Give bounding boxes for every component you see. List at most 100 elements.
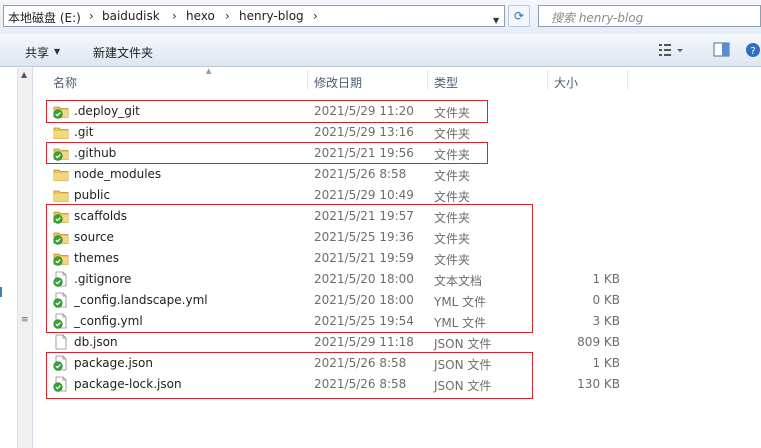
file-row[interactable]: .deploy_git 2021/5/29 11:20 文件夹 — [0, 101, 761, 122]
file-type: JSON 文件 — [434, 358, 492, 372]
breadcrumb-separator[interactable]: › — [89, 9, 94, 23]
file-modified-date: 2021/5/21 19:57 — [314, 209, 414, 223]
file-row[interactable]: themes 2021/5/21 19:59 文件夹 — [0, 248, 761, 269]
breadcrumb-baidudisk[interactable]: baidudisk — [102, 9, 160, 23]
file-row[interactable]: package-lock.json 2021/5/26 8:58 JSON 文件 13… — [0, 374, 761, 395]
address-row: 本地磁盘 (E:) › baidudisk › hexo › henry-blo… — [0, 0, 761, 34]
file-modified-date: 2021/5/21 19:56 — [314, 146, 414, 160]
breadcrumb-henry-blog[interactable]: henry-blog — [239, 9, 304, 23]
chevron-down-icon[interactable]: ▼ — [54, 47, 60, 56]
file-size: 0 KB — [592, 293, 620, 307]
file-modified-date: 2021/5/20 18:00 — [314, 272, 414, 286]
file-row[interactable]: package.json 2021/5/26 8:58 JSON 文件 1 KB — [0, 353, 761, 374]
file-name: .git — [74, 125, 94, 139]
file-sync-icon — [53, 271, 67, 287]
preview-pane-icon[interactable] — [713, 42, 731, 58]
view-options-icon[interactable] — [658, 42, 686, 58]
file-name: public — [74, 188, 111, 202]
breadcrumb-separator[interactable]: › — [225, 9, 230, 23]
file-row[interactable]: .git 2021/5/29 13:16 文件夹 — [0, 122, 761, 143]
breadcrumb-hexo[interactable]: hexo — [186, 9, 215, 23]
column-divider[interactable] — [547, 70, 548, 90]
file-size: 809 KB — [577, 335, 620, 349]
file-modified-date: 2021/5/25 19:36 — [314, 230, 414, 244]
file-row[interactable]: _config.landscape.yml 2021/5/20 18:00 YML … — [0, 290, 761, 311]
folder-icon — [53, 190, 69, 202]
column-date[interactable]: 修改日期 — [314, 74, 362, 91]
file-row[interactable]: node_modules 2021/5/26 8:58 文件夹 — [0, 164, 761, 185]
file-row[interactable]: _config.yml 2021/5/25 19:54 YML 文件 3 KB — [0, 311, 761, 332]
file-size: 1 KB — [592, 356, 620, 370]
file-size: 1 KB — [592, 272, 620, 286]
file-sync-icon — [53, 355, 67, 371]
column-name[interactable]: 名称 — [53, 74, 77, 91]
file-type: 文件夹 — [434, 211, 471, 225]
scroll-up-icon[interactable]: ▲ — [21, 70, 27, 79]
address-bar[interactable]: 本地磁盘 (E:) › baidudisk › hexo › henry-blo… — [3, 5, 505, 27]
file-row[interactable]: db.json 2021/5/29 11:18 JSON 文件 809 KB — [0, 332, 761, 353]
file-modified-date: 2021/5/20 18:00 — [314, 293, 414, 307]
sort-ascending-icon: ▲ — [206, 67, 212, 75]
file-size: 3 KB — [592, 314, 620, 328]
breadcrumb-separator[interactable]: › — [313, 9, 318, 23]
file-type: 文件夹 — [434, 232, 471, 246]
share-button[interactable]: 共享 — [25, 44, 49, 61]
file-name: _config.yml — [74, 314, 143, 328]
breadcrumb-drive[interactable]: 本地磁盘 (E:) — [8, 9, 81, 26]
file-name: node_modules — [74, 167, 162, 181]
file-name: _config.landscape.yml — [74, 293, 208, 307]
file-type: 文件夹 — [434, 127, 471, 141]
folder-sync-icon — [53, 211, 69, 224]
file-sync-icon — [53, 313, 67, 329]
file-modified-date: 2021/5/29 11:18 — [314, 335, 414, 349]
file-modified-date: 2021/5/26 8:58 — [314, 167, 407, 181]
column-header-row: ▲ 名称 修改日期 类型 大小 — [33, 67, 761, 92]
file-type: 文件夹 — [434, 190, 471, 204]
column-divider[interactable] — [627, 70, 628, 90]
file-type: 文件夹 — [434, 169, 471, 183]
file-type: 文件夹 — [434, 148, 471, 162]
column-size[interactable]: 大小 — [554, 74, 578, 91]
column-divider[interactable] — [307, 70, 308, 90]
folder-icon — [53, 127, 69, 139]
new-folder-button[interactable]: 新建文件夹 — [93, 44, 153, 61]
file-sync-icon — [53, 376, 67, 392]
file-name: scaffolds — [74, 209, 128, 223]
column-divider[interactable] — [427, 70, 428, 90]
file-type: 文本文档 — [434, 274, 483, 288]
file-modified-date: 2021/5/25 19:54 — [314, 314, 414, 328]
file-modified-date: 2021/5/29 11:20 — [314, 104, 414, 118]
file-row[interactable]: .gitignore 2021/5/20 18:00 文本文档 1 KB — [0, 269, 761, 290]
file-type: JSON 文件 — [434, 337, 492, 351]
file-name: .gitignore — [74, 272, 132, 286]
file-type: 文件夹 — [434, 253, 471, 267]
column-type[interactable]: 类型 — [434, 74, 458, 91]
file-type: 文件夹 — [434, 106, 471, 120]
command-bar: 共享 ▼ 新建文件夹 ? — [0, 34, 761, 67]
file-modified-date: 2021/5/29 10:49 — [314, 188, 414, 202]
file-modified-date: 2021/5/29 13:16 — [314, 125, 414, 139]
refresh-button[interactable]: ⟳ — [508, 5, 530, 27]
refresh-icon: ⟳ — [513, 9, 525, 23]
breadcrumb-separator[interactable]: › — [172, 9, 177, 23]
file-row[interactable]: source 2021/5/25 19:36 文件夹 — [0, 227, 761, 248]
folder-sync-icon — [53, 253, 69, 266]
file-type: JSON 文件 — [434, 379, 492, 393]
file-modified-date: 2021/5/26 8:58 — [314, 377, 407, 391]
file-modified-date: 2021/5/26 8:58 — [314, 356, 407, 370]
file-type: YML 文件 — [434, 316, 487, 330]
search-placeholder: 搜索 henry-blog — [551, 11, 644, 25]
file-modified-date: 2021/5/21 19:59 — [314, 251, 414, 265]
file-row[interactable]: .github 2021/5/21 19:56 文件夹 — [0, 143, 761, 164]
address-dropdown-icon[interactable]: ▼ — [493, 16, 499, 25]
search-input[interactable]: 搜索 henry-blog — [538, 5, 761, 27]
file-row[interactable]: scaffolds 2021/5/21 19:57 文件夹 — [0, 206, 761, 227]
folder-sync-icon — [53, 106, 69, 119]
file-type: YML 文件 — [434, 295, 487, 309]
file-row[interactable]: public 2021/5/29 10:49 文件夹 — [0, 185, 761, 206]
file-name: db.json — [74, 335, 118, 349]
file-name: package-lock.json — [74, 377, 182, 391]
file-name: package.json — [74, 356, 154, 370]
help-icon[interactable]: ? — [744, 42, 761, 58]
file-name: .deploy_git — [74, 104, 140, 118]
